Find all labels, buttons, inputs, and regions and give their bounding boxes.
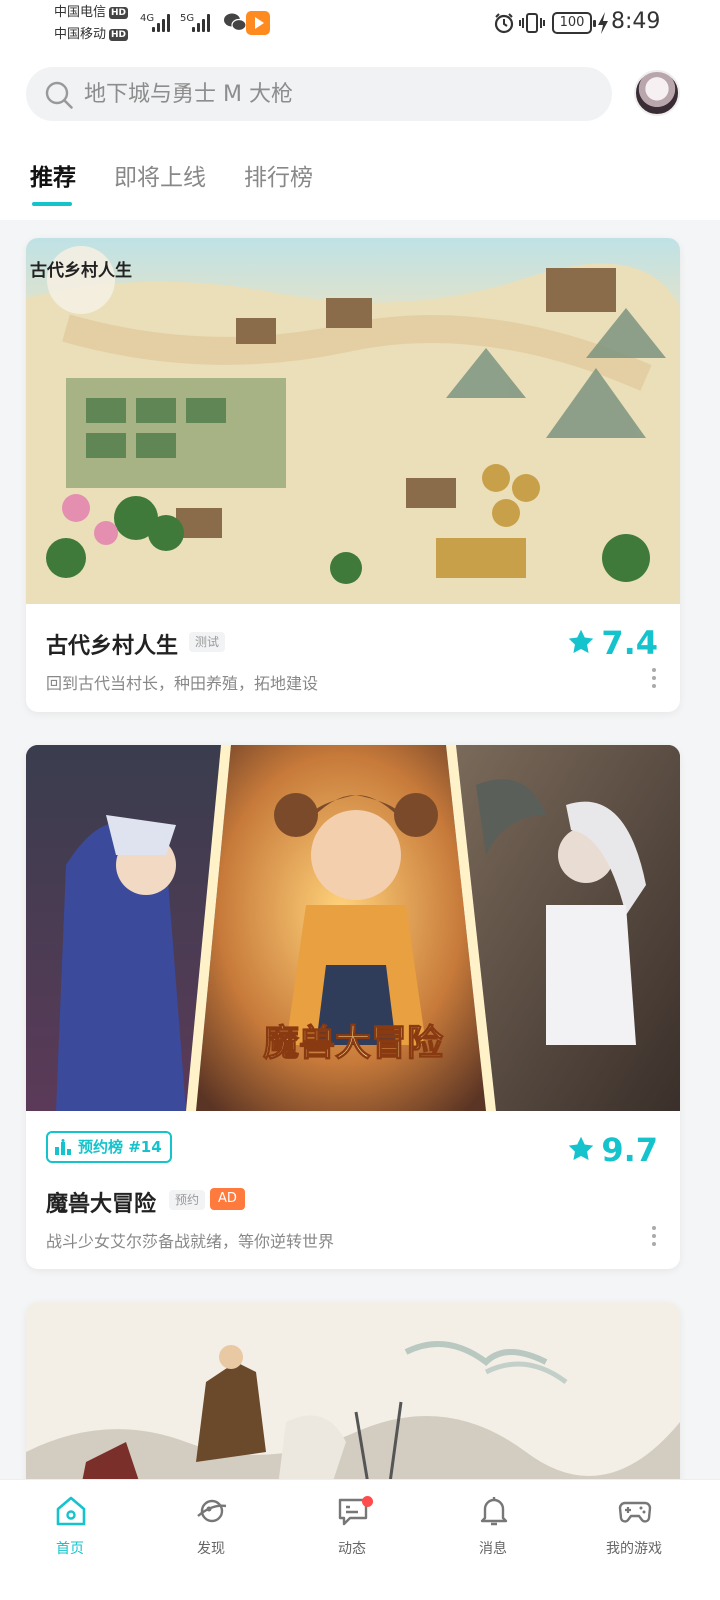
status-bar: 中国电信 HD 中国移动 HD 4G 5G 100 8:49	[0, 0, 720, 50]
game-card[interactable]: 魔兽大冒险 预约榜 #14 魔兽大冒险 预约 AD 战斗少女艾尔莎备战就绪，等你…	[26, 745, 680, 1269]
game-logo-text: 古代乡村人生	[30, 260, 132, 281]
signal-icon	[192, 12, 214, 32]
game-title[interactable]: 古代乡村人生	[46, 628, 178, 660]
status-badge: 预约	[169, 1190, 206, 1210]
search-input[interactable]	[84, 67, 584, 121]
charging-icon	[598, 12, 608, 34]
nav-label: 我的游戏	[606, 1541, 662, 1557]
bottom-navigation: 首页 发现 动态 消息 我的游戏	[0, 1479, 720, 1600]
wechat-icon	[224, 13, 246, 32]
tab-recommend[interactable]: 推荐	[30, 158, 76, 192]
game-title[interactable]: 魔兽大冒险	[46, 1186, 156, 1218]
carrier-label-1: 中国电信 HD	[54, 5, 129, 20]
nav-my-games[interactable]: 我的游戏	[584, 1480, 684, 1580]
more-options-icon[interactable]	[650, 668, 658, 688]
tab-upcoming[interactable]: 即将上线	[114, 158, 206, 192]
active-tab-indicator	[32, 202, 72, 206]
vibrate-icon	[519, 13, 545, 33]
ad-badge: AD	[210, 1188, 245, 1210]
game-score: 9.7	[567, 1131, 658, 1169]
nav-home[interactable]: 首页	[20, 1480, 120, 1580]
notification-dot	[362, 1496, 373, 1507]
game-score: 7.4	[567, 624, 658, 662]
game-logo-text: 魔兽大冒险	[263, 1022, 444, 1064]
game-description: 战斗少女艾尔莎备战就绪，等你逆转世界	[46, 1232, 335, 1251]
header: 推荐 即将上线 排行榜	[0, 50, 720, 220]
avatar[interactable]	[634, 70, 680, 116]
bell-icon	[480, 1497, 508, 1526]
discover-icon	[197, 1499, 227, 1523]
game-card[interactable]: 古代乡村人生 古代乡村人生 测试 回到古代当村长，种田养殖，拓地建设 7.4	[26, 238, 680, 712]
star-icon	[569, 1136, 594, 1160]
star-icon	[569, 629, 594, 653]
tab-ranking[interactable]: 排行榜	[244, 158, 313, 192]
nav-label: 首页	[56, 1541, 84, 1557]
nav-label: 动态	[338, 1541, 366, 1557]
alarm-icon	[494, 13, 514, 34]
game-description: 回到古代当村长，种田养殖，拓地建设	[46, 674, 319, 693]
search-bar[interactable]	[26, 67, 612, 121]
nav-label: 消息	[479, 1541, 507, 1557]
rank-badge[interactable]: 预约榜 #14	[46, 1131, 172, 1163]
gamepad-icon	[618, 1501, 652, 1523]
signal-icon	[152, 12, 174, 32]
home-icon	[56, 1496, 86, 1526]
carrier-label-2: 中国移动 HD	[54, 27, 129, 42]
nav-label: 发现	[197, 1541, 225, 1557]
video-app-icon	[246, 11, 270, 35]
battery-icon: 100	[552, 12, 596, 34]
nav-messages[interactable]: 消息	[443, 1480, 543, 1580]
game-banner-image[interactable]: 古代乡村人生	[26, 238, 680, 604]
ranking-chart-icon	[55, 1139, 71, 1155]
more-options-icon[interactable]	[650, 1226, 658, 1246]
search-icon	[45, 81, 73, 109]
nav-feed[interactable]: 动态	[302, 1480, 402, 1580]
clock-time: 8:49	[611, 9, 661, 34]
game-banner-image[interactable]: 魔兽大冒险	[26, 745, 680, 1111]
nav-discover[interactable]: 发现	[161, 1480, 261, 1580]
status-badge: 测试	[189, 632, 226, 652]
